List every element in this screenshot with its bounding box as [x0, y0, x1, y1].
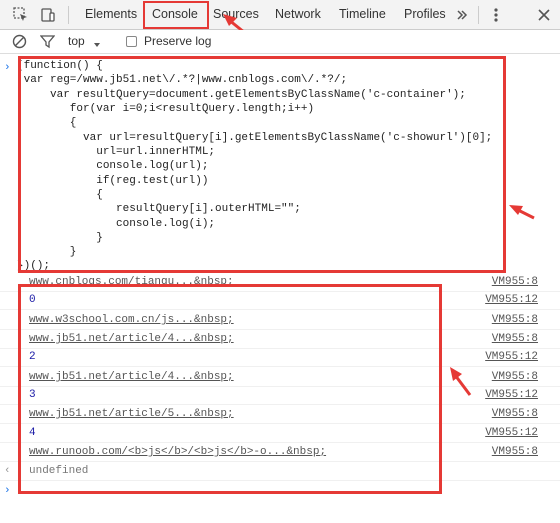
log-source-link[interactable]: VM955:8 [492, 406, 538, 423]
devtools-toolbar: Elements Console Sources Network Timelin… [0, 0, 560, 43]
output-highlight-box [18, 284, 442, 494]
log-source-link[interactable]: VM955:8 [492, 331, 538, 348]
preserve-log-label: Preserve log [144, 34, 212, 48]
code-highlight-box [18, 56, 506, 273]
tab-elements[interactable]: Elements [85, 0, 137, 29]
chevron-down-icon[interactable] [93, 38, 109, 54]
tab-profiles[interactable]: Profiles [404, 0, 446, 29]
log-source-link[interactable]: VM955:12 [485, 349, 538, 366]
clear-console-icon[interactable] [12, 34, 28, 50]
more-tabs-icon[interactable] [455, 8, 471, 24]
log-source-link[interactable]: VM955:12 [485, 292, 538, 309]
log-source-link[interactable]: VM955:12 [485, 387, 538, 404]
close-icon[interactable] [536, 7, 552, 23]
tab-timeline[interactable]: Timeline [339, 0, 386, 29]
log-source-link[interactable]: VM955:8 [492, 369, 538, 386]
log-source-link[interactable]: VM955:8 [492, 444, 538, 461]
toolbar-divider [478, 6, 479, 24]
log-source-link[interactable]: VM955:8 [492, 274, 538, 291]
log-source-link[interactable]: VM955:12 [485, 425, 538, 442]
console-tab-highlight [143, 1, 209, 29]
log-source-link[interactable]: VM955:8 [492, 312, 538, 329]
toolbar-divider [68, 6, 69, 24]
kebab-menu-icon[interactable] [488, 7, 504, 23]
console-filter-bar: top Preserve log [0, 30, 560, 54]
tab-network[interactable]: Network [275, 0, 321, 29]
annotation-arrow-icon [450, 367, 472, 396]
input-prompt-icon[interactable]: › [4, 484, 11, 498]
inspect-element-icon[interactable] [13, 7, 29, 23]
preserve-log-checkbox[interactable] [126, 36, 137, 47]
context-selector[interactable]: top [68, 30, 85, 53]
annotation-arrow-icon [509, 205, 535, 220]
filter-icon[interactable] [39, 34, 56, 50]
device-mode-icon[interactable] [40, 7, 56, 23]
result-arrow-icon: ‹ [4, 465, 11, 477]
input-prompt-icon: › [4, 62, 11, 74]
